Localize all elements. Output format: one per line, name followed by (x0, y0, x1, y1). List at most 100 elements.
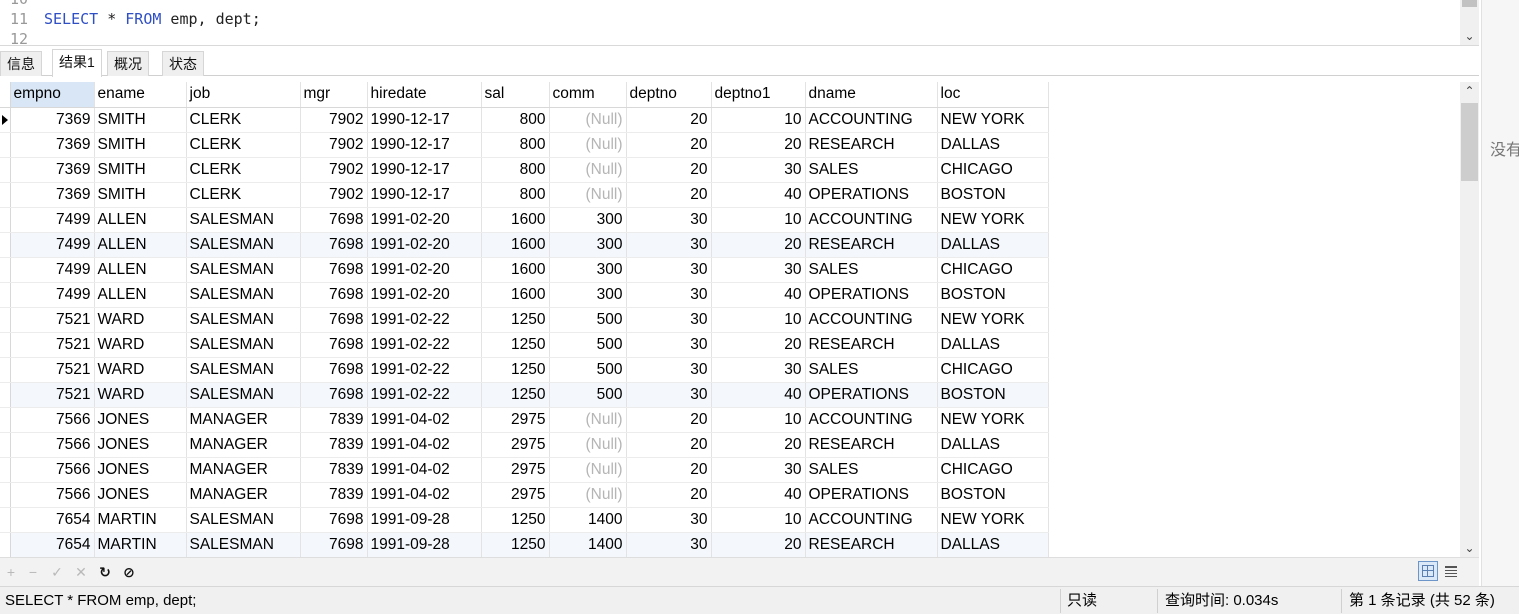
cell-mgr[interactable]: 7839 (300, 407, 368, 433)
cell-sal[interactable]: 1250 (481, 307, 550, 333)
cell-hiredate[interactable]: 1991-09-28 (367, 532, 482, 557)
cell-hiredate[interactable]: 1991-04-02 (367, 482, 482, 508)
cell-deptno1[interactable]: 30 (711, 157, 806, 183)
cell-empno[interactable]: 7499 (10, 257, 95, 283)
cell-mgr[interactable]: 7698 (300, 382, 368, 408)
cell-mgr[interactable]: 7698 (300, 532, 368, 557)
cell-empno[interactable]: 7654 (10, 507, 95, 533)
cell-deptno[interactable]: 30 (626, 282, 712, 308)
cell-mgr[interactable]: 7698 (300, 232, 368, 258)
cell-job[interactable]: SALESMAN (186, 357, 301, 383)
cell-mgr[interactable]: 7839 (300, 482, 368, 508)
cell-job[interactable]: MANAGER (186, 407, 301, 433)
cell-empno[interactable]: 7369 (10, 132, 95, 158)
cell-ename[interactable]: JONES (94, 432, 187, 458)
table-row[interactable]: 7566 JONES MANAGER 7839 1991-04-02 2975 (Null)… (0, 482, 1049, 508)
cell-deptno[interactable]: 20 (626, 457, 712, 483)
cell-deptno[interactable]: 30 (626, 307, 712, 333)
cell-mgr[interactable]: 7698 (300, 307, 368, 333)
cell-loc[interactable]: DALLAS (937, 432, 1049, 458)
table-row[interactable]: 7521 WARD SALESMAN 7698 1991-02-22 1250 500 30 3… (0, 357, 1049, 383)
table-row[interactable]: 7566 JONES MANAGER 7839 1991-04-02 2975 (Null)… (0, 457, 1049, 483)
cell-hiredate[interactable]: 1991-04-02 (367, 407, 482, 433)
table-row[interactable]: 7654 MARTIN SALESMAN 7698 1991-09-28 1250 1400… (0, 507, 1049, 533)
table-row[interactable]: 7499 ALLEN SALESMAN 7698 1991-02-20 1600 300 30… (0, 232, 1049, 258)
cell-loc[interactable]: DALLAS (937, 532, 1049, 557)
row-indicator[interactable] (0, 307, 11, 333)
table-row[interactable]: 7499 ALLEN SALESMAN 7698 1991-02-20 1600 300 30… (0, 207, 1049, 233)
cell-ename[interactable]: MARTIN (94, 532, 187, 557)
cell-job[interactable]: CLERK (186, 182, 301, 208)
cell-comm[interactable]: 300 (549, 207, 627, 233)
cell-sal[interactable]: 2975 (481, 482, 550, 508)
cell-sal[interactable]: 1250 (481, 382, 550, 408)
row-indicator[interactable] (0, 182, 11, 208)
cell-dname[interactable]: OPERATIONS (805, 482, 938, 508)
cell-empno[interactable]: 7369 (10, 107, 95, 133)
row-indicator[interactable] (0, 457, 11, 483)
cell-dname[interactable]: SALES (805, 357, 938, 383)
cell-comm[interactable]: (Null) (549, 407, 627, 433)
cell-sal[interactable]: 800 (481, 157, 550, 183)
cell-sal[interactable]: 2975 (481, 407, 550, 433)
cell-deptno1[interactable]: 20 (711, 132, 806, 158)
cell-sal[interactable]: 1250 (481, 532, 550, 557)
cell-deptno1[interactable]: 30 (711, 257, 806, 283)
row-indicator[interactable] (0, 407, 11, 433)
column-header-loc[interactable]: loc (937, 82, 1049, 108)
cell-loc[interactable]: CHICAGO (937, 257, 1049, 283)
cell-sal[interactable]: 1600 (481, 282, 550, 308)
cell-hiredate[interactable]: 1991-09-28 (367, 507, 482, 533)
cell-deptno1[interactable]: 20 (711, 532, 806, 557)
cell-comm[interactable]: (Null) (549, 182, 627, 208)
cell-job[interactable]: SALESMAN (186, 282, 301, 308)
cell-loc[interactable]: BOSTON (937, 482, 1049, 508)
row-indicator[interactable] (0, 432, 11, 458)
cell-sal[interactable]: 800 (481, 182, 550, 208)
editor-scroll-thumb[interactable] (1462, 0, 1477, 7)
cell-dname[interactable]: ACCOUNTING (805, 407, 938, 433)
cell-mgr[interactable]: 7698 (300, 332, 368, 358)
apply-changes-icon[interactable]: ✓ (49, 564, 65, 580)
cell-hiredate[interactable]: 1990-12-17 (367, 132, 482, 158)
cell-hiredate[interactable]: 1991-02-22 (367, 332, 482, 358)
cell-sal[interactable]: 800 (481, 107, 550, 133)
cell-job[interactable]: CLERK (186, 157, 301, 183)
cell-ename[interactable]: JONES (94, 407, 187, 433)
table-row[interactable]: 7499 ALLEN SALESMAN 7698 1991-02-20 1600 300 30… (0, 282, 1049, 308)
cell-deptno[interactable]: 20 (626, 132, 712, 158)
cell-empno[interactable]: 7566 (10, 432, 95, 458)
cell-comm[interactable]: (Null) (549, 432, 627, 458)
result-grid[interactable]: empno ename job mgr hiredate sal comm deptno dep… (0, 82, 1460, 557)
table-row[interactable]: 7521 WARD SALESMAN 7698 1991-02-22 1250 500 30 4… (0, 382, 1049, 408)
cell-dname[interactable]: RESEARCH (805, 232, 938, 258)
cell-comm[interactable]: (Null) (549, 107, 627, 133)
grid-scroll-thumb[interactable] (1461, 103, 1478, 181)
cell-mgr[interactable]: 7698 (300, 507, 368, 533)
cell-job[interactable]: SALESMAN (186, 232, 301, 258)
cell-hiredate[interactable]: 1991-02-22 (367, 307, 482, 333)
cell-ename[interactable]: SMITH (94, 107, 187, 133)
cell-deptno1[interactable]: 40 (711, 482, 806, 508)
cell-mgr[interactable]: 7698 (300, 357, 368, 383)
cell-sal[interactable]: 1250 (481, 357, 550, 383)
chevron-down-icon[interactable]: ⌄ (1460, 539, 1479, 557)
column-header-dname[interactable]: dname (805, 82, 938, 108)
column-header-job[interactable]: job (186, 82, 301, 108)
cell-empno[interactable]: 7566 (10, 482, 95, 508)
cell-ename[interactable]: ALLEN (94, 282, 187, 308)
tab-overview[interactable]: 概况 (107, 51, 149, 76)
cell-hiredate[interactable]: 1991-02-20 (367, 257, 482, 283)
column-header-deptno1[interactable]: deptno1 (711, 82, 806, 108)
cell-mgr[interactable]: 7902 (300, 182, 368, 208)
cell-sal[interactable]: 1600 (481, 232, 550, 258)
cell-hiredate[interactable]: 1991-02-20 (367, 207, 482, 233)
row-indicator[interactable] (0, 532, 11, 557)
cell-empno[interactable]: 7521 (10, 357, 95, 383)
cell-ename[interactable]: ALLEN (94, 232, 187, 258)
table-row[interactable]: 7369 SMITH CLERK 7902 1990-12-17 800 (Null) 20 4… (0, 182, 1049, 208)
cell-comm[interactable]: 300 (549, 257, 627, 283)
cell-empno[interactable]: 7499 (10, 282, 95, 308)
cell-dname[interactable]: SALES (805, 257, 938, 283)
cell-mgr[interactable]: 7839 (300, 457, 368, 483)
